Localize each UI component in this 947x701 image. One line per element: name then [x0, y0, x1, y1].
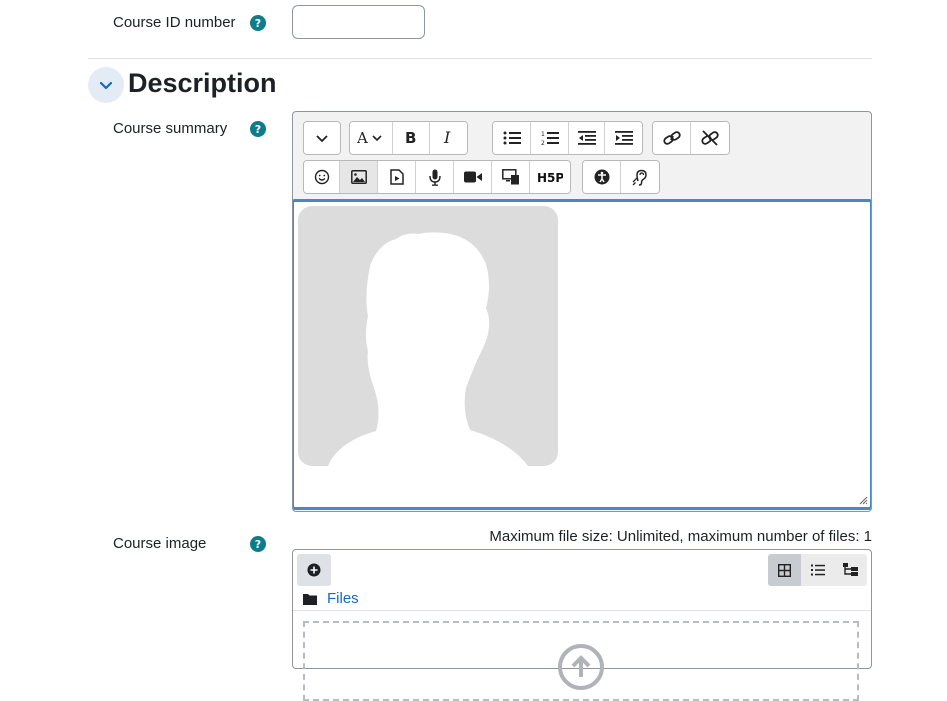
unlink-button[interactable]: [691, 122, 729, 154]
chevron-down-icon: [99, 81, 113, 90]
file-picker-divider: [293, 610, 871, 611]
person-silhouette-icon: [328, 232, 528, 466]
rich-text-editor: A B I 1 2 H5P: [292, 111, 872, 512]
screenreader-helper-button[interactable]: [621, 161, 659, 193]
view-icons-button[interactable]: [768, 554, 801, 586]
view-tree-button[interactable]: [834, 554, 867, 586]
accessibility-checker-icon: [594, 169, 609, 185]
grid-view-icon: [778, 563, 791, 577]
file-picker: Files: [292, 549, 872, 701]
editor-content-area[interactable]: [293, 199, 871, 510]
chevron-down-icon: [316, 135, 328, 143]
course-id-label: Course ID number: [113, 14, 236, 31]
numbered-list-button[interactable]: 1 2: [531, 122, 569, 154]
course-image-help-icon[interactable]: ?: [250, 536, 266, 552]
toolbar-group-links: [652, 121, 730, 155]
h5p-button[interactable]: H5P: [530, 161, 570, 193]
section-title: Description: [128, 68, 277, 98]
screenreader-helper-icon: [632, 169, 647, 186]
record-video-icon: [463, 171, 482, 183]
file-path-breadcrumb: Files: [303, 590, 359, 607]
bullet-list-button[interactable]: [493, 122, 531, 154]
font-style-button[interactable]: A: [350, 122, 393, 154]
expand-toolbar-button[interactable]: [304, 122, 340, 154]
folder-icon: [303, 593, 317, 605]
toolbar-group-expand: [303, 121, 341, 155]
indent-button[interactable]: [605, 122, 642, 154]
svg-text:B: B: [405, 130, 416, 146]
media-button[interactable]: [378, 161, 416, 193]
record-audio-icon: [428, 169, 441, 186]
view-switcher: [768, 554, 867, 586]
image-button[interactable]: [340, 161, 378, 193]
upload-icon: [558, 644, 604, 690]
toolbar-group-accessibility: [582, 160, 660, 194]
add-file-button[interactable]: [297, 554, 331, 586]
link-icon: [662, 131, 681, 145]
max-file-size-text: Maximum file size: Unlimited, maximum nu…: [489, 528, 872, 545]
course-image-label: Course image: [113, 535, 207, 552]
plus-circle-icon: [307, 563, 321, 577]
profile-silhouette-image: [298, 206, 558, 466]
svg-text:1: 1: [541, 131, 545, 138]
italic-icon: I: [443, 130, 451, 146]
record-audio-button[interactable]: [416, 161, 454, 193]
emoji-button[interactable]: [304, 161, 340, 193]
bullet-list-icon: [503, 131, 521, 145]
svg-text:2: 2: [541, 140, 545, 146]
indent-icon: [614, 131, 633, 145]
h5p-label: H5P: [537, 171, 563, 184]
collapse-description-button[interactable]: [88, 67, 124, 103]
h5p-icon: H5P: [537, 171, 563, 184]
resize-handle-icon[interactable]: [859, 496, 868, 505]
numbered-list-icon: 1 2: [541, 131, 559, 146]
image-icon: [350, 170, 367, 184]
course-summary-label: Course summary: [113, 120, 228, 137]
tree-view-icon: [843, 563, 858, 576]
toolbar-group-media: H5P: [303, 160, 571, 194]
section-divider: [88, 58, 872, 59]
view-list-button[interactable]: [801, 554, 834, 586]
bold-icon: B: [405, 130, 416, 146]
course-id-help-icon[interactable]: ?: [250, 15, 266, 31]
font-icon: A: [356, 130, 382, 146]
svg-text:A: A: [356, 130, 368, 146]
svg-text:I: I: [443, 130, 451, 146]
file-drop-zone[interactable]: [303, 621, 859, 701]
course-id-input[interactable]: [292, 5, 425, 39]
manage-files-button[interactable]: [492, 161, 530, 193]
outdent-icon: [577, 131, 596, 145]
italic-button[interactable]: I: [430, 122, 467, 154]
toolbar-group-style: A B I: [349, 121, 468, 155]
bold-button[interactable]: B: [393, 122, 430, 154]
files-root-link[interactable]: Files: [327, 590, 359, 607]
outdent-button[interactable]: [569, 122, 605, 154]
list-view-icon: [810, 564, 825, 576]
emoji-icon: [314, 169, 329, 185]
course-summary-help-icon[interactable]: ?: [250, 121, 266, 137]
media-icon: [389, 169, 404, 185]
accessibility-checker-button[interactable]: [583, 161, 621, 193]
unlink-icon: [701, 130, 719, 146]
record-video-button[interactable]: [454, 161, 492, 193]
link-button[interactable]: [653, 122, 691, 154]
toolbar-group-lists: 1 2: [492, 121, 643, 155]
manage-files-icon: [501, 169, 519, 185]
